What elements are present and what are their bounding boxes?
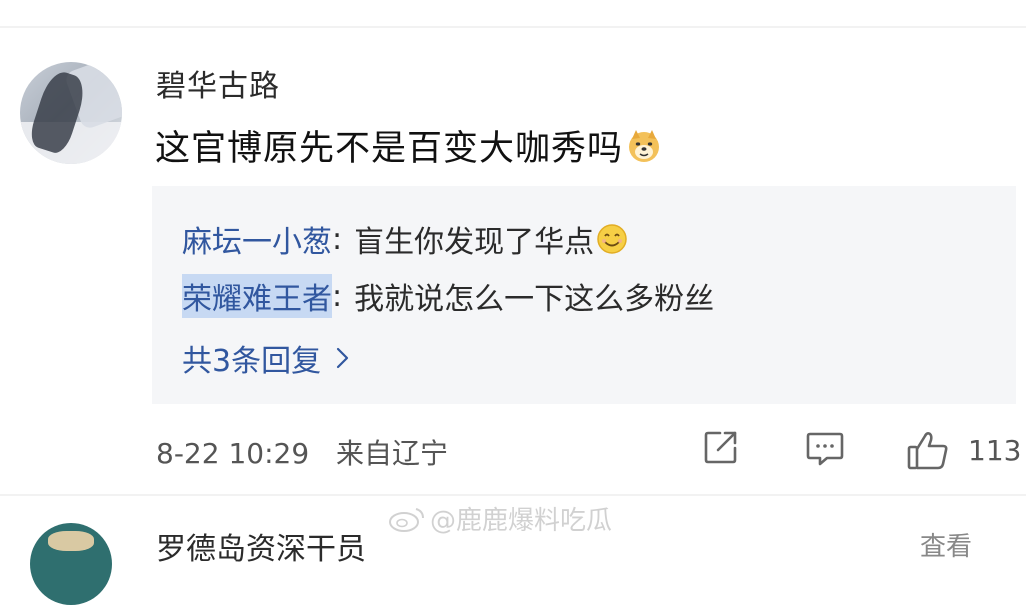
- comment-location: 来自辽宁: [336, 437, 449, 470]
- comment-username[interactable]: 碧华古路: [156, 61, 280, 105]
- next-comment-avatar[interactable]: [30, 523, 112, 605]
- more-replies-label[interactable]: 共3条回复: [182, 336, 321, 380]
- share-icon: [704, 431, 737, 464]
- reply-item[interactable]: 荣耀难王者 : 我就说怎么一下这么多粉丝: [182, 274, 714, 318]
- reply-author-highlighted[interactable]: 荣耀难王者: [182, 274, 332, 318]
- reply-author[interactable]: 麻坛一小葱: [182, 217, 332, 261]
- share-button[interactable]: [702, 428, 740, 466]
- bottom-divider: [0, 494, 1026, 496]
- like-button[interactable]: 113: [906, 428, 1021, 472]
- top-divider: [0, 26, 1026, 28]
- like-count: 113: [968, 433, 1022, 467]
- thumbs-up-icon: [907, 432, 948, 470]
- reply-text: 我就说怎么一下这么多粉丝: [354, 282, 715, 317]
- comment-text: 这官博原先不是百变大咖秀吗: [155, 120, 661, 171]
- comment-icon: [806, 432, 844, 466]
- comment-meta: 8-22 10:29 来自辽宁: [156, 432, 448, 472]
- more-replies-link[interactable]: 共3条回复: [182, 336, 351, 380]
- doge-emoji-icon: [629, 129, 660, 162]
- comment-text-content: 这官博原先不是百变大咖秀吗: [155, 129, 624, 169]
- watermark: @鹿鹿爆料吃瓜: [386, 500, 612, 537]
- avatar[interactable]: [20, 62, 122, 164]
- reply-separator: :: [332, 278, 343, 314]
- reply-separator: :: [332, 221, 343, 257]
- weibo-logo-icon: [389, 507, 424, 532]
- watermark-text: @鹿鹿爆料吃瓜: [430, 506, 613, 536]
- comment-time: 8-22 10:29: [156, 437, 310, 470]
- comment-button[interactable]: [805, 428, 845, 468]
- smile-emoji-icon: [597, 224, 627, 254]
- next-comment-right-text[interactable]: 査看: [920, 526, 972, 563]
- reply-item[interactable]: 麻坛一小葱 : 盲生你发现了华点: [182, 217, 628, 261]
- next-comment-username[interactable]: 罗德岛资深干员: [156, 524, 366, 568]
- chevron-right-icon: [336, 347, 349, 369]
- reply-text: 盲生你发现了华点: [354, 225, 595, 260]
